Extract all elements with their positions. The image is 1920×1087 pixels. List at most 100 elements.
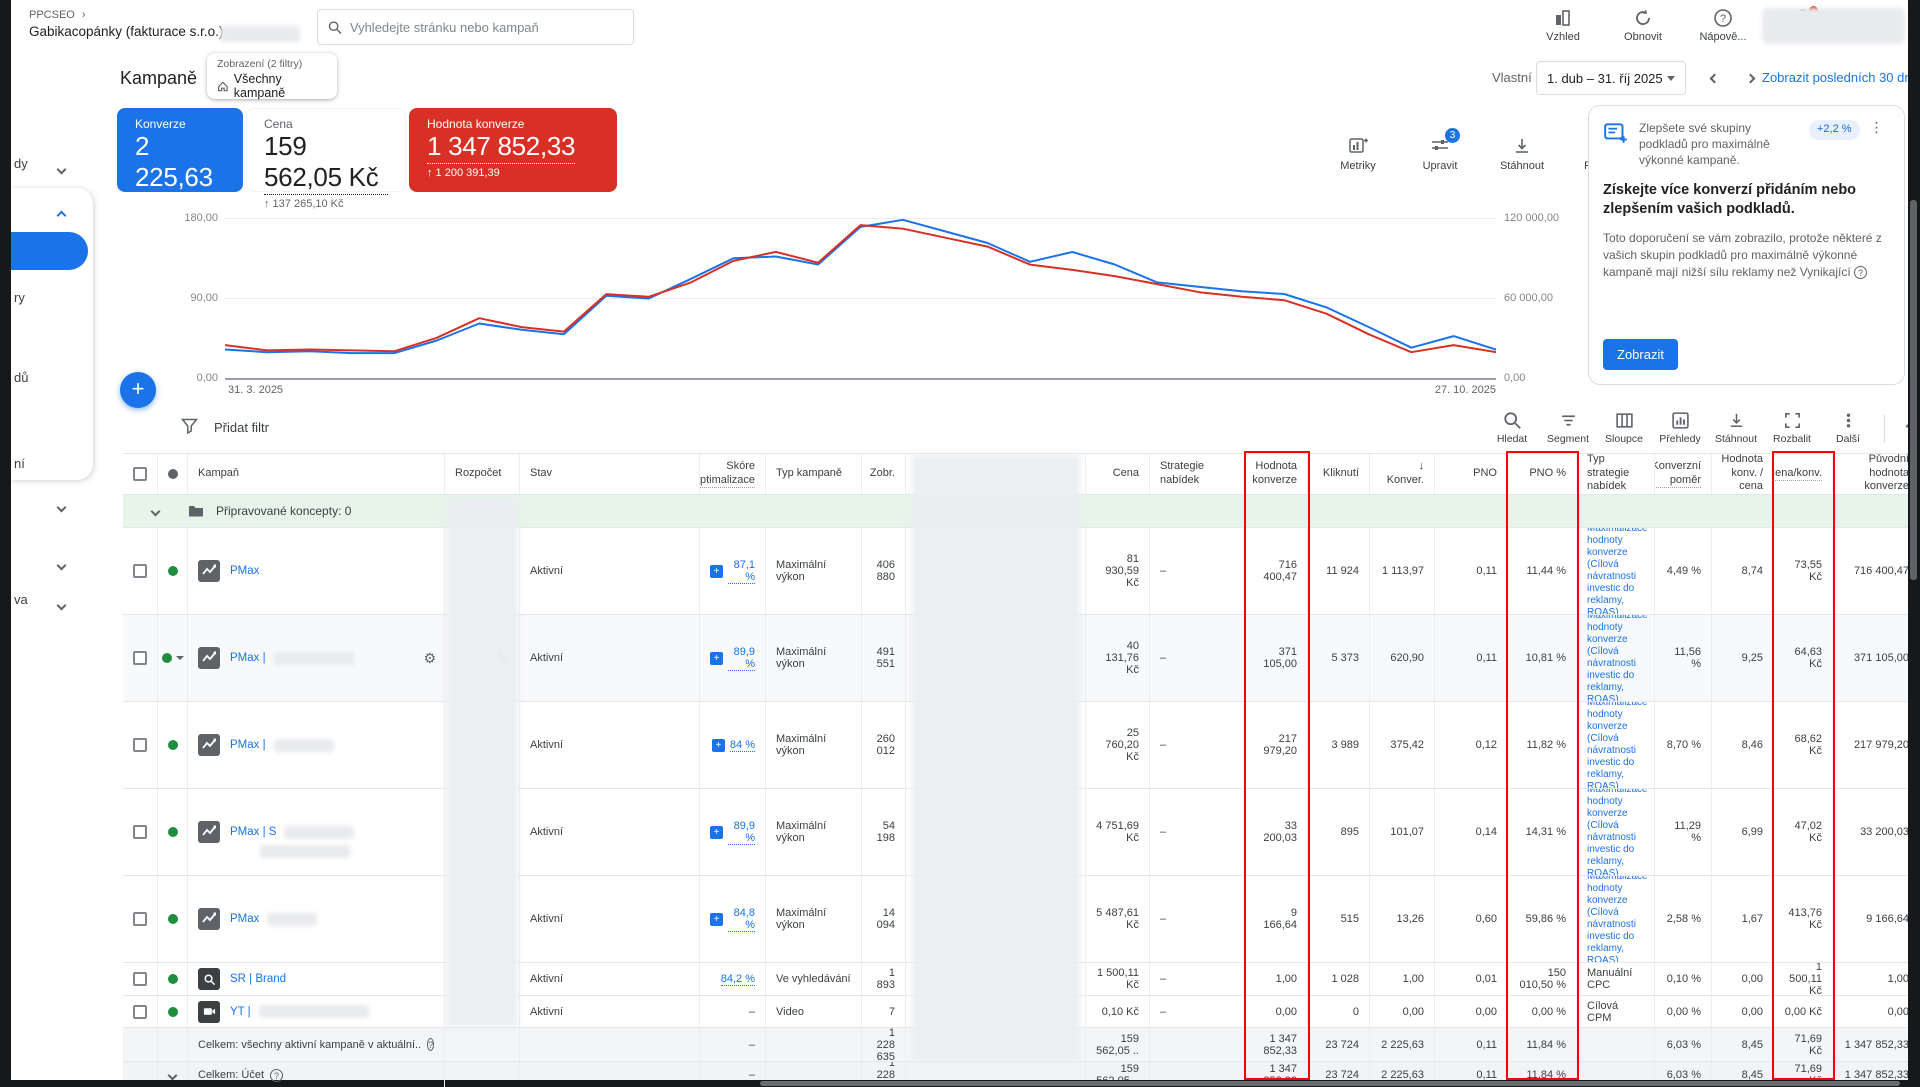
campaign-row[interactable]: PMax |Aktivní+84 %Maximální výkon260 012… [123, 702, 1920, 789]
status-dot-enabled[interactable] [168, 914, 178, 924]
more-button[interactable]: Další [1824, 411, 1872, 445]
chevron-up-icon[interactable] [58, 206, 65, 224]
campaign-name-link[interactable]: PMax | [230, 739, 266, 751]
reports-button[interactable]: Přehledy [1656, 411, 1704, 445]
view-selector[interactable]: Zobrazení (2 filtry) Všechny kampaně [207, 53, 337, 99]
optimization-score-link[interactable]: 84,2 % [721, 973, 755, 986]
campaign-row[interactable]: PMaxAktivní+84,8 %Maximální výkon14 0945… [123, 876, 1920, 963]
nav-item-fragment[interactable]: dy [14, 156, 28, 171]
chevron-down-icon[interactable] [58, 596, 65, 614]
breadcrumb[interactable]: PPCSEO › [29, 9, 86, 21]
column-header-costconv[interactable]: Cena/konv. [1774, 454, 1833, 494]
column-header-assets[interactable] [906, 454, 1086, 494]
column-header-name[interactable]: Kampaň [188, 454, 445, 494]
date-next-button[interactable] [1738, 66, 1762, 90]
bid-strategy-type[interactable]: Maximalizace hodnoty konverze (Cílová ná… [1587, 789, 1648, 875]
row-checkbox[interactable] [133, 972, 147, 986]
row-checkbox[interactable] [133, 825, 147, 839]
status-caret-icon[interactable] [176, 656, 184, 660]
row-checkbox[interactable] [133, 564, 147, 578]
search-input[interactable] [350, 20, 623, 35]
status-dot-enabled[interactable] [168, 740, 178, 750]
help-circle-icon[interactable]: ? [270, 1069, 283, 1082]
appearance-button[interactable]: Vzhled [1536, 8, 1590, 43]
status-dot-enabled[interactable] [168, 1007, 178, 1017]
table-expand-button[interactable]: Rozbalit [1768, 411, 1816, 445]
breadcrumb-root[interactable]: PPCSEO [29, 9, 75, 21]
row-checkbox[interactable] [133, 912, 147, 926]
optimization-score-link[interactable]: 84,8 % [728, 907, 755, 932]
refresh-button[interactable]: Obnovit [1616, 8, 1670, 43]
optimization-score-link[interactable]: 89,9 % [728, 820, 755, 845]
horizontal-scrollbar-thumb[interactable] [760, 1081, 1900, 1086]
metrics-button[interactable]: Metriky [1330, 136, 1386, 172]
nav-selected-item[interactable] [11, 232, 88, 270]
column-header-clicks[interactable]: Kliknutí [1308, 454, 1370, 494]
column-header-origval[interactable]: Původní hodnota konverze [1833, 454, 1920, 494]
column-header-valcost[interactable]: Hodnota konv. / cena [1712, 454, 1774, 494]
segment-button[interactable]: Segment [1544, 411, 1592, 445]
performance-line-chart[interactable] [225, 218, 1496, 379]
date-prev-button[interactable] [1702, 66, 1726, 90]
nav-item-fragment[interactable]: ní [14, 456, 25, 471]
help-circle-icon[interactable]: ? [1854, 266, 1867, 279]
nav-item-fragment[interactable]: dů [14, 370, 28, 385]
campaign-name-link[interactable]: PMax [230, 565, 259, 577]
column-header-convval[interactable]: Hodnota konverze [1246, 454, 1308, 494]
column-header-type[interactable]: Typ kampaně [766, 454, 862, 494]
campaign-name-link[interactable]: YT | [230, 1006, 251, 1018]
campaign-row[interactable]: PMaxAktivní+87,1 %Maximální výkon406 880… [123, 528, 1920, 615]
table-download-button[interactable]: Stáhnout [1712, 411, 1760, 445]
column-header-score[interactable]: Skóre optimalizace [700, 454, 766, 494]
campaign-row[interactable]: YT |Aktivní–Video70,10 Kč–0,0000,000,000… [123, 996, 1920, 1028]
columns-button[interactable]: Sloupce [1600, 411, 1648, 445]
edit-pencil-icon[interactable]: ✎ [497, 650, 509, 667]
column-header-budget[interactable]: Rozpočet [445, 454, 520, 494]
column-header-conv[interactable]: ↓ Konver. [1370, 454, 1435, 494]
bid-strategy-type[interactable]: Maximalizace hodnoty konverze (Cílová ná… [1587, 528, 1648, 614]
chevron-down-icon[interactable] [151, 506, 161, 516]
campaign-name-link[interactable]: PMax | S [230, 826, 276, 838]
optimization-score-link[interactable]: 89,9 % [728, 646, 755, 671]
campaign-row[interactable]: SR | BrandAktivní84,2 %Ve vyhledávání1 8… [123, 963, 1920, 996]
scorecard-cena[interactable]: Cena 159 562,05 Kč ↑ 137 265,10 Kč [246, 108, 406, 192]
column-header-cost[interactable]: Cena [1086, 454, 1150, 494]
bid-strategy-type[interactable]: Maximalizace hodnoty konverze (Cílová ná… [1587, 615, 1648, 701]
column-header-convrate[interactable]: Konverzní poměr [1655, 454, 1712, 494]
row-checkbox[interactable] [133, 651, 147, 665]
status-dot-enabled[interactable] [168, 566, 178, 576]
chevron-down-icon[interactable] [168, 1070, 178, 1080]
optimization-score-link[interactable]: 87,1 % [728, 559, 755, 584]
scorecard-konverze[interactable]: Konverze 2 225,63 ↑ 1 962,64 [117, 108, 243, 192]
nav-item-fragment[interactable]: va [14, 592, 28, 607]
edit-chart-button[interactable]: 3 Upravit [1412, 136, 1468, 172]
nav-item-fragment[interactable]: ry [14, 290, 25, 305]
account-name[interactable]: Gabikacopánky (fakturace s.r.o.) [29, 24, 223, 39]
add-fab-button[interactable]: + [120, 372, 156, 408]
search-bar[interactable] [317, 9, 634, 45]
campaign-name-link[interactable]: PMax [230, 913, 259, 925]
chevron-down-icon[interactable] [58, 160, 65, 178]
status-dot-enabled[interactable] [162, 653, 172, 663]
draft-concepts-row[interactable]: Připravované koncepty: 0 [123, 495, 1920, 528]
campaign-name-link[interactable]: PMax | [230, 652, 266, 664]
kebab-menu-icon[interactable]: ⋮ [1870, 120, 1884, 169]
chevron-down-icon[interactable] [58, 498, 65, 516]
bid-strategy-type[interactable]: Maximalizace hodnoty konverze (Cílová ná… [1587, 876, 1648, 962]
add-filter-button[interactable]: Přidat filtr [214, 420, 269, 435]
row-checkbox[interactable] [133, 1005, 147, 1019]
bid-strategy-type[interactable]: Maximalizace hodnoty konverze (Cílová ná… [1587, 702, 1648, 788]
scorecard-hodnota-konverze[interactable]: Hodnota konverze 1 347 852,33 ↑ 1 200 39… [409, 108, 617, 192]
column-header-pno[interactable]: PNO [1435, 454, 1508, 494]
column-header-strattype[interactable]: Typ strategie nabídek [1577, 454, 1655, 494]
help-button[interactable]: ? Nápově... [1696, 8, 1750, 43]
filter-funnel-icon[interactable] [181, 418, 198, 434]
help-circle-icon[interactable]: ? [427, 1038, 434, 1051]
row-checkbox[interactable] [133, 467, 147, 481]
status-dot-enabled[interactable] [168, 827, 178, 837]
campaign-name-link[interactable]: SR | Brand [230, 973, 286, 985]
recommendation-cta-button[interactable]: Zobrazit [1603, 339, 1678, 370]
date-range-selector[interactable]: 1. dub – 31. říj 2025 [1536, 61, 1686, 95]
download-chart-button[interactable]: Stáhnout [1494, 136, 1550, 172]
column-header-bidstrat[interactable]: Strategie nabídek [1150, 454, 1246, 494]
